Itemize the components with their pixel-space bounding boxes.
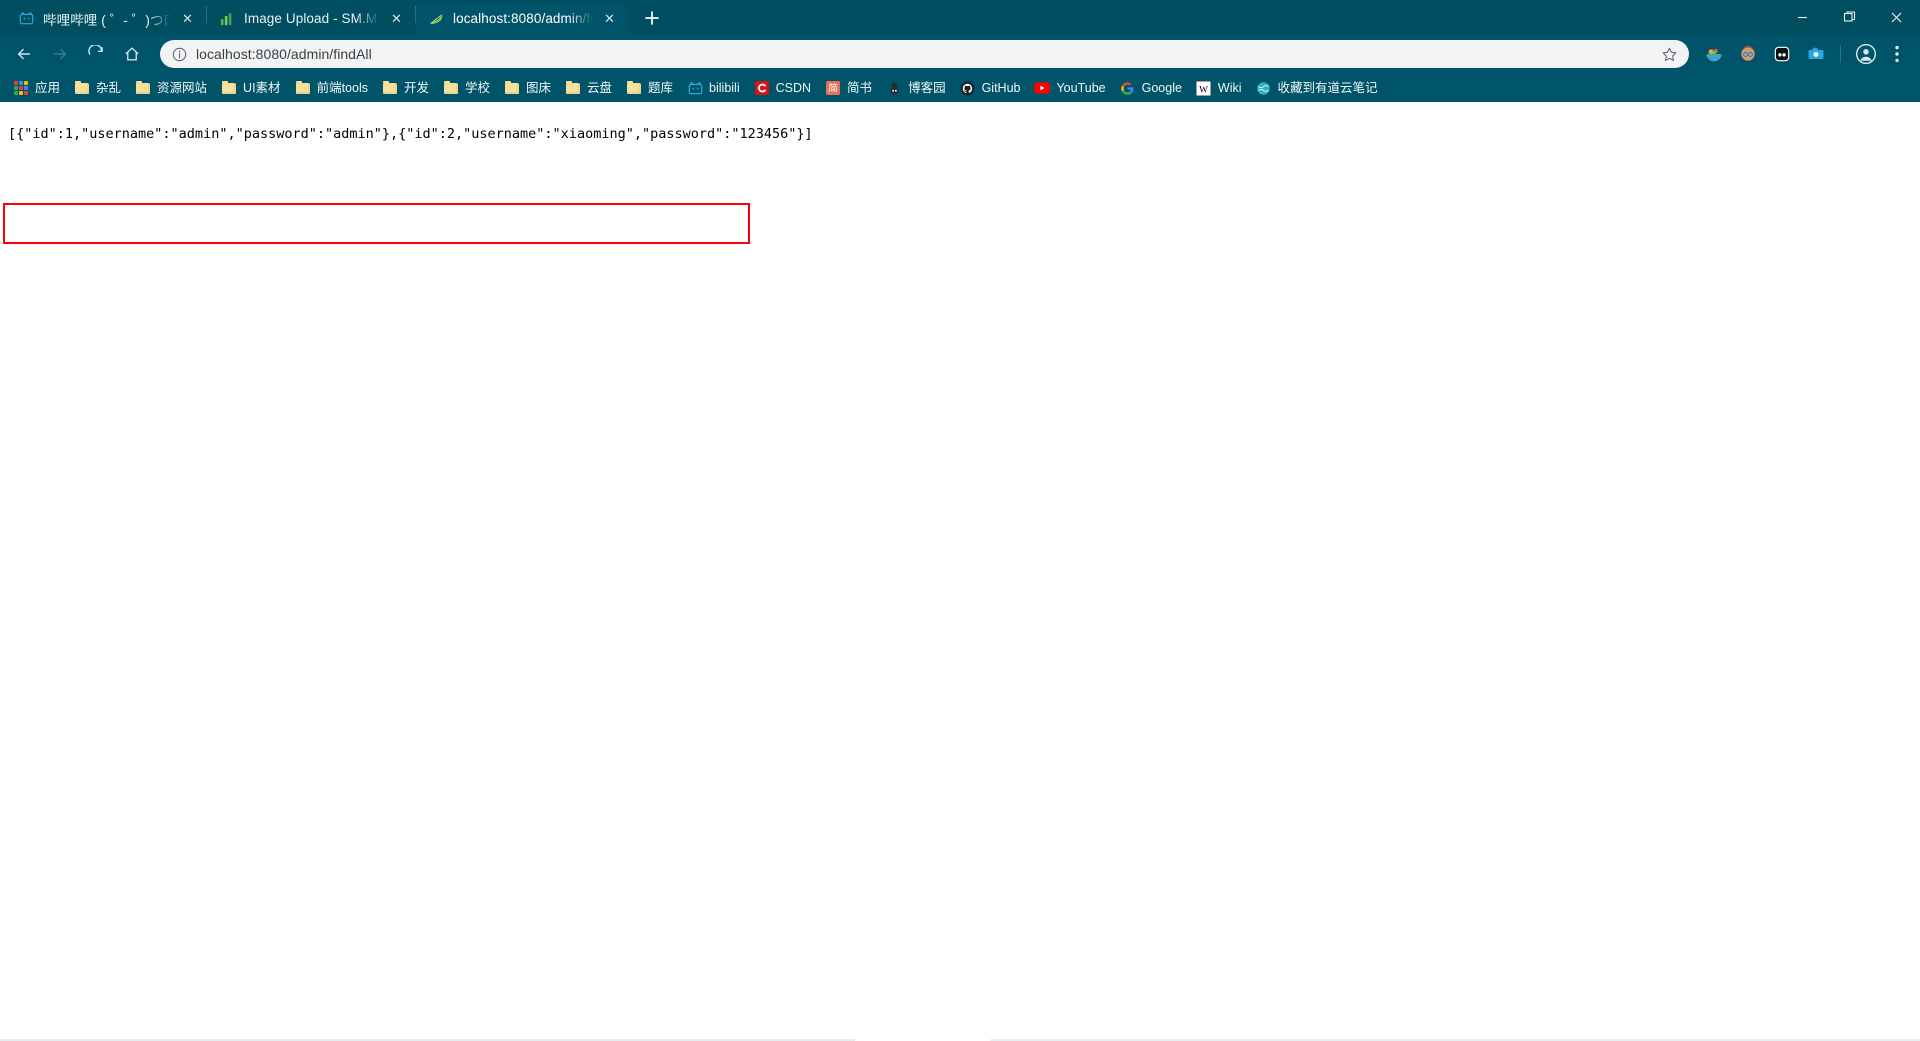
bookmark-star-icon[interactable] xyxy=(1657,42,1681,66)
browser-window: 哔哩哔哩 ( ゜- ゜)つ口 干杯~-bilibili ✕ Image Uplo… xyxy=(0,0,1920,1041)
tab-title: 哔哩哔哩 ( ゜- ゜)つ口 干杯~-bilibili xyxy=(43,12,171,28)
window-controls xyxy=(1779,0,1920,34)
close-button[interactable] xyxy=(1873,0,1920,34)
tab-localhost-findall[interactable]: localhost:8080/admin/findAll ✕ xyxy=(416,3,628,34)
csdn-icon xyxy=(754,80,770,96)
jianshu-icon: 简 xyxy=(825,80,841,96)
bookmark-frontend-tools[interactable]: 前端tools xyxy=(288,77,375,99)
minimize-button[interactable] xyxy=(1779,0,1826,34)
svg-text:简: 简 xyxy=(828,83,838,95)
bookmark-label: 资源网站 xyxy=(157,80,208,95)
bookmarks-bar: 应用 杂乱 资源网站 UI素材 前端tools 开发 学校 图床 云盘 题库 b… xyxy=(0,74,1920,102)
dark-reader-extension-icon[interactable] xyxy=(1768,40,1796,68)
back-button[interactable] xyxy=(9,39,39,69)
bookmark-ui-assets[interactable]: UI素材 xyxy=(214,77,288,99)
annotation-highlight-box xyxy=(3,203,750,244)
bookmark-github[interactable]: GitHub xyxy=(953,77,1028,99)
bookmark-zaluan[interactable]: 杂乱 xyxy=(67,77,128,99)
folder-icon xyxy=(443,80,459,96)
bookmark-label: bilibili xyxy=(709,80,740,95)
url-text[interactable]: localhost:8080/admin/findAll xyxy=(196,46,1657,62)
youtube-icon xyxy=(1034,80,1051,96)
folder-icon xyxy=(504,80,520,96)
profile-avatar[interactable] xyxy=(1852,40,1880,68)
folder-icon xyxy=(626,80,642,96)
spring-leaf-icon xyxy=(428,11,444,27)
folder-icon xyxy=(74,80,90,96)
avatar-extension-icon[interactable] xyxy=(1734,40,1762,68)
bookmark-label: 博客园 xyxy=(908,80,946,95)
bookmark-csdn[interactable]: CSDN xyxy=(747,77,818,99)
bookmark-label: CSDN xyxy=(775,80,812,95)
bookmark-label: 应用 xyxy=(35,80,61,95)
toolbar-separator xyxy=(1840,45,1841,63)
sm-ms-bars-icon xyxy=(219,11,235,27)
bookmark-youdao-note[interactable]: 收藏到有道云笔记 xyxy=(1249,77,1385,99)
tab-image-upload-smms[interactable]: Image Upload - SM.MS - Simple Free Image… xyxy=(207,3,415,34)
github-icon xyxy=(960,80,976,96)
folder-icon xyxy=(221,80,237,96)
forward-button[interactable] xyxy=(45,39,75,69)
bookmark-cnblogs[interactable]: 博客园 xyxy=(879,77,953,99)
folder-icon xyxy=(135,80,151,96)
folder-icon xyxy=(565,80,581,96)
folder-icon xyxy=(382,80,398,96)
bookmark-question-bank[interactable]: 题库 xyxy=(619,77,680,99)
bookmark-label: 前端tools xyxy=(316,80,368,95)
screen-capture-extension-icon[interactable] xyxy=(1802,40,1830,68)
chrome-menu-icon[interactable] xyxy=(1884,39,1910,69)
bookmark-label: 题库 xyxy=(648,80,674,95)
bookmark-apps[interactable]: 应用 xyxy=(6,77,67,99)
browser-toolbar: localhost:8080/admin/findAll xyxy=(0,34,1920,74)
bilibili-tv-icon xyxy=(687,80,703,96)
bookmark-development[interactable]: 开发 xyxy=(375,77,436,99)
bookmark-youtube[interactable]: YouTube xyxy=(1027,77,1112,99)
google-icon xyxy=(1120,80,1136,96)
bookmark-label: Wiki xyxy=(1217,80,1242,95)
bookmark-label: UI素材 xyxy=(243,80,281,95)
page-viewport: [{"id":1,"username":"admin","password":"… xyxy=(0,102,1920,1041)
tab-close-icon[interactable]: ✕ xyxy=(601,10,618,27)
bilibili-tv-icon xyxy=(18,11,34,27)
address-bar[interactable]: localhost:8080/admin/findAll xyxy=(160,40,1689,68)
tab-strip: 哔哩哔哩 ( ゜- ゜)つ口 干杯~-bilibili ✕ Image Uplo… xyxy=(0,0,1920,34)
tab-close-icon[interactable]: ✕ xyxy=(388,10,405,27)
bookmark-label: 开发 xyxy=(403,80,429,95)
bookmark-label: 收藏到有道云笔记 xyxy=(1277,80,1378,95)
maximize-restore-button[interactable] xyxy=(1826,0,1873,34)
tab-close-icon[interactable]: ✕ xyxy=(179,10,196,27)
bookmark-cloud-drive[interactable]: 云盘 xyxy=(558,77,619,99)
bookmark-label: 图床 xyxy=(526,80,552,95)
tab-title: localhost:8080/admin/findAll xyxy=(453,11,593,26)
bookmark-image-hosting[interactable]: 图床 xyxy=(497,77,558,99)
tab-title: Image Upload - SM.MS - Simple Free Image… xyxy=(244,11,380,26)
bookmark-resource-sites[interactable]: 资源网站 xyxy=(128,77,214,99)
youdao-note-icon xyxy=(1256,80,1272,96)
new-tab-button[interactable] xyxy=(637,3,667,33)
home-button[interactable] xyxy=(117,39,147,69)
bookmark-label: 学校 xyxy=(464,80,490,95)
tab-bilibili[interactable]: 哔哩哔哩 ( ゜- ゜)つ口 干杯~-bilibili ✕ xyxy=(6,3,206,34)
json-response-body: [{"id":1,"username":"admin","password":"… xyxy=(8,125,813,142)
bookmark-label: GitHub xyxy=(981,80,1021,95)
apps-grid-icon xyxy=(13,80,29,96)
bookmark-google[interactable]: Google xyxy=(1113,77,1189,99)
bookmark-label: 云盘 xyxy=(587,80,613,95)
reload-button[interactable] xyxy=(81,39,111,69)
svg-text:W: W xyxy=(1200,85,1209,95)
bookmark-bilibili[interactable]: bilibili xyxy=(680,77,747,99)
bookmark-jianshu[interactable]: 简 简书 xyxy=(818,77,879,99)
wikipedia-icon: W xyxy=(1196,80,1212,96)
cnblogs-icon xyxy=(886,80,902,96)
bookmark-school[interactable]: 学校 xyxy=(436,77,497,99)
site-info-icon[interactable] xyxy=(170,45,188,63)
bookmark-label: Google xyxy=(1141,80,1182,95)
bookmark-label: YouTube xyxy=(1056,80,1106,95)
fruit-bowl-extension-icon[interactable] xyxy=(1700,40,1728,68)
bookmark-wiki[interactable]: W Wiki xyxy=(1189,77,1249,99)
folder-icon xyxy=(295,80,311,96)
bookmark-label: 简书 xyxy=(847,80,873,95)
bookmark-label: 杂乱 xyxy=(96,80,122,95)
